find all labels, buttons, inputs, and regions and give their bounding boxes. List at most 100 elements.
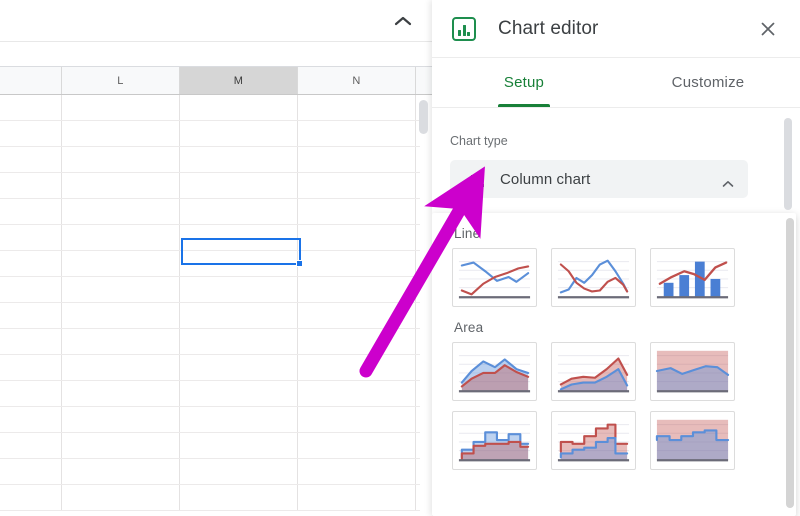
column-header-n[interactable]: N bbox=[298, 67, 416, 94]
chart-thumb-100-percent-stacked-stepped-area-chart[interactable] bbox=[650, 411, 735, 470]
grid-cell[interactable] bbox=[62, 381, 180, 406]
grid-cell[interactable] bbox=[180, 433, 298, 458]
grid-cell[interactable] bbox=[298, 433, 416, 458]
column-header-m[interactable]: M bbox=[180, 67, 298, 94]
grid-cell[interactable] bbox=[298, 485, 416, 510]
chart-thumb-combo-chart[interactable] bbox=[650, 248, 735, 307]
grid-cell[interactable] bbox=[180, 147, 298, 172]
grid-row[interactable] bbox=[0, 329, 420, 355]
grid-row[interactable] bbox=[0, 95, 420, 121]
grid-row[interactable] bbox=[0, 407, 420, 433]
dropdown-scrollbar[interactable] bbox=[786, 218, 794, 508]
grid-cell[interactable] bbox=[0, 381, 62, 406]
chart-type-dropdown[interactable]: Line Area bbox=[432, 213, 796, 516]
chart-thumb-smooth-line-chart[interactable] bbox=[551, 248, 636, 307]
grid-cell[interactable] bbox=[62, 95, 180, 120]
tab-setup[interactable]: Setup bbox=[432, 58, 616, 107]
grid-cell[interactable] bbox=[180, 459, 298, 484]
grid-cell[interactable] bbox=[180, 173, 298, 198]
chart-thumb-area-chart[interactable] bbox=[452, 342, 537, 401]
grid-row[interactable] bbox=[0, 459, 420, 485]
grid-cell[interactable] bbox=[298, 121, 416, 146]
grid-cell[interactable] bbox=[180, 95, 298, 120]
grid-cell[interactable] bbox=[0, 303, 62, 328]
grid-cell[interactable] bbox=[62, 251, 180, 276]
grid-cell[interactable] bbox=[62, 147, 180, 172]
grid-cell[interactable] bbox=[298, 147, 416, 172]
grid-cell[interactable] bbox=[0, 147, 62, 172]
grid-cell[interactable] bbox=[0, 199, 62, 224]
grid-cell[interactable] bbox=[62, 355, 180, 380]
grid-cell[interactable] bbox=[62, 303, 180, 328]
grid-row[interactable] bbox=[0, 173, 420, 199]
grid-cell[interactable] bbox=[62, 173, 180, 198]
grid-cell[interactable] bbox=[180, 329, 298, 354]
grid-cell[interactable] bbox=[180, 121, 298, 146]
grid-row[interactable] bbox=[0, 147, 420, 173]
grid-cell[interactable] bbox=[298, 381, 416, 406]
grid-row[interactable] bbox=[0, 303, 420, 329]
chart-type-select[interactable]: Column chart bbox=[450, 160, 748, 198]
grid-cell[interactable] bbox=[0, 355, 62, 380]
grid-cell[interactable] bbox=[180, 277, 298, 302]
grid-cell[interactable] bbox=[62, 407, 180, 432]
chart-thumb-100-percent-stacked-area-chart[interactable] bbox=[650, 342, 735, 401]
grid-cell[interactable] bbox=[62, 433, 180, 458]
tab-customize[interactable]: Customize bbox=[616, 58, 800, 107]
grid-row[interactable] bbox=[0, 199, 420, 225]
grid-cell[interactable] bbox=[298, 355, 416, 380]
grid-cell[interactable] bbox=[298, 277, 416, 302]
grid-cell[interactable] bbox=[62, 277, 180, 302]
grid-cell[interactable] bbox=[298, 329, 416, 354]
fill-handle[interactable] bbox=[296, 260, 303, 267]
grid-cell[interactable] bbox=[0, 485, 62, 510]
grid-cell[interactable] bbox=[0, 459, 62, 484]
grid-cell[interactable] bbox=[0, 277, 62, 302]
grid-cell[interactable] bbox=[62, 225, 180, 250]
grid-cell[interactable] bbox=[0, 225, 62, 250]
grid-cell[interactable] bbox=[180, 355, 298, 380]
grid-cell[interactable] bbox=[298, 95, 416, 120]
grid-cell[interactable] bbox=[298, 303, 416, 328]
grid-cell[interactable] bbox=[180, 199, 298, 224]
scrollbar-thumb[interactable] bbox=[419, 100, 428, 134]
column-header-stub[interactable] bbox=[0, 67, 62, 94]
chevron-up-icon[interactable] bbox=[390, 8, 416, 34]
grid-row[interactable] bbox=[0, 277, 420, 303]
grid-row[interactable] bbox=[0, 355, 420, 381]
grid-cell[interactable] bbox=[0, 251, 62, 276]
grid-cell[interactable] bbox=[298, 173, 416, 198]
chart-thumb-stepped-area-chart[interactable] bbox=[452, 411, 537, 470]
grid-cell[interactable] bbox=[180, 303, 298, 328]
selected-cell[interactable] bbox=[181, 238, 303, 267]
grid-cell[interactable] bbox=[298, 459, 416, 484]
grid-cell[interactable] bbox=[298, 225, 416, 250]
grid-row[interactable] bbox=[0, 485, 420, 511]
grid-row[interactable] bbox=[0, 121, 420, 147]
chart-thumb-line-chart[interactable] bbox=[452, 248, 537, 307]
column-header-l[interactable]: L bbox=[62, 67, 180, 94]
grid-cell[interactable] bbox=[0, 173, 62, 198]
grid-cell[interactable] bbox=[0, 95, 62, 120]
grid-cell[interactable] bbox=[62, 121, 180, 146]
grid-cell[interactable] bbox=[0, 329, 62, 354]
grid-cell[interactable] bbox=[62, 199, 180, 224]
grid-cell[interactable] bbox=[180, 407, 298, 432]
setup-scrollbar[interactable] bbox=[784, 118, 792, 210]
chevron-up-icon[interactable] bbox=[722, 175, 734, 193]
chart-thumb-stacked-area-chart[interactable] bbox=[551, 342, 636, 401]
grid-cell[interactable] bbox=[62, 329, 180, 354]
grid-cell[interactable] bbox=[298, 407, 416, 432]
grid-cell[interactable] bbox=[298, 199, 416, 224]
grid-cell[interactable] bbox=[0, 407, 62, 432]
grid-row[interactable] bbox=[0, 433, 420, 459]
cell-grid[interactable] bbox=[0, 95, 420, 516]
chart-thumb-stacked-stepped-area-chart[interactable] bbox=[551, 411, 636, 470]
grid-cell[interactable] bbox=[0, 121, 62, 146]
grid-cell[interactable] bbox=[0, 433, 62, 458]
grid-cell[interactable] bbox=[180, 485, 298, 510]
grid-row[interactable] bbox=[0, 381, 420, 407]
grid-cell[interactable] bbox=[298, 251, 416, 276]
grid-cell[interactable] bbox=[180, 381, 298, 406]
sheet-vertical-scrollbar[interactable] bbox=[419, 96, 428, 514]
